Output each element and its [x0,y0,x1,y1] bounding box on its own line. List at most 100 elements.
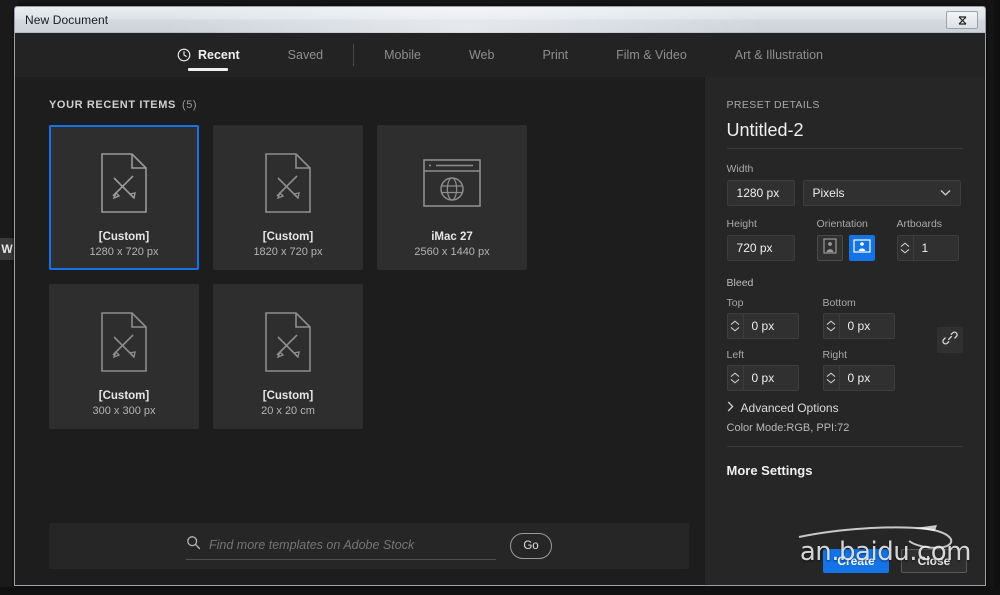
chevron-down-icon [940,188,951,199]
advanced-options-toggle[interactable]: Advanced Options [727,401,963,415]
recent-item-size: 1820 x 720 px [253,246,323,258]
tab-recent[interactable]: Recent [153,33,264,77]
stepper-arrows-icon[interactable] [824,366,840,390]
bleed-row-left-right: Left 0 px Right 0 px [726,349,963,391]
search-icon [186,535,201,555]
stepper-arrows-icon[interactable] [824,314,840,338]
orientation-portrait-button[interactable] [816,235,843,261]
recent-item-card[interactable]: [Custom] 20 x 20 cm [213,284,363,429]
go-button[interactable]: Go [510,533,552,559]
bleed-link-toggle[interactable] [937,327,963,353]
preset-details-pane: PRESET DETAILS Untitled-2 Width 1280 px … [703,77,985,585]
bleed-bottom-stepper[interactable]: 0 px [822,313,895,339]
artboards-group: Artboards 1 [896,218,959,261]
bleed-left-group: Left 0 px [726,349,799,391]
browser-globe-icon [421,149,483,217]
orientation-group: Orientation [816,218,875,261]
clock-icon [177,48,191,62]
search-input[interactable] [209,537,489,552]
recent-items-heading: YOUR RECENT ITEMS (5) [15,99,704,111]
desktop-background-right [994,0,1000,595]
stepper-arrows-icon[interactable] [728,314,744,338]
tab-saved-label: Saved [287,48,324,62]
recent-items-grid: [Custom] 1280 x 720 px [Custom] 1820 x 7… [15,111,675,429]
preset-details-label: PRESET DETAILS [726,99,820,111]
height-input[interactable]: 720 px [726,235,795,261]
bleed-left-label: Left [726,349,745,361]
bleed-bottom-group: Bottom 0 px [822,297,895,339]
recent-item-card[interactable]: [Custom] 1820 x 720 px [213,125,363,270]
recent-item-card[interactable]: [Custom] 300 x 300 px [49,284,199,429]
title-bar[interactable]: New Document [15,7,985,33]
document-tools-icon [99,149,149,217]
tab-print-label: Print [542,48,569,62]
bleed-left-value: 0 px [751,371,775,385]
tab-film-video[interactable]: Film & Video [592,33,711,77]
recent-items-heading-label: YOUR RECENT ITEMS [49,99,176,111]
create-button[interactable]: Create [823,549,889,573]
recent-item-size: 20 x 20 cm [261,405,315,417]
artboards-stepper[interactable]: 1 [896,235,959,261]
recent-item-title: [Custom] [262,390,314,402]
tab-web-label: Web [468,48,495,62]
height-label: Height [726,218,757,230]
recent-item-size: 1280 x 720 px [89,246,159,258]
tab-bar: Recent Saved Mobile Web Print Film & Vid… [15,33,985,77]
watermark-swoosh [798,525,953,549]
artboards-label: Artboards [896,218,943,230]
new-document-dialog: New Document Recent Saved Mobile Web Pri… [14,6,986,586]
orientation-portrait-icon [822,237,837,259]
bleed-top-group: Top 0 px [726,297,799,339]
tab-art-illustration-label: Art & Illustration [734,48,824,62]
color-mode-summary: Color Mode:RGB, PPI:72 [726,422,963,447]
tab-mobile[interactable]: Mobile [360,33,445,77]
close-icon [958,15,966,25]
width-input[interactable]: 1280 px [726,180,795,206]
background-window-fragment: W [0,238,14,260]
orientation-landscape-button[interactable] [848,235,875,261]
recent-item-card[interactable]: iMac 27 2560 x 1440 px [377,125,527,270]
width-row: 1280 px Pixels [726,180,963,206]
artboards-value: 1 [921,241,929,255]
stepper-arrows-icon[interactable] [898,236,914,260]
link-chain-icon [942,330,958,351]
bleed-top-value: 0 px [751,319,775,333]
tab-saved[interactable]: Saved [264,33,347,77]
bleed-group: Top 0 px Bottom 0 px Left 0 px Right 0 p… [726,297,963,391]
recent-item-card[interactable]: [Custom] 1280 x 720 px [49,125,199,270]
orientation-buttons [816,235,875,261]
bleed-bottom-label: Bottom [822,297,856,309]
bleed-right-label: Right [822,349,848,361]
close-button[interactable]: Close [901,549,967,573]
bleed-top-label: Top [726,297,744,309]
more-settings-button[interactable]: More Settings [727,463,963,478]
close-window-button[interactable] [946,11,978,29]
tab-active-underline [188,68,229,71]
bleed-left-stepper[interactable]: 0 px [726,365,799,391]
tab-print[interactable]: Print [518,33,592,77]
tab-web[interactable]: Web [445,33,518,77]
bleed-right-group: Right 0 px [822,349,895,391]
orientation-label: Orientation [816,218,868,230]
recent-item-size: 2560 x 1440 px [414,246,490,258]
recent-items-count: (5) [181,99,198,111]
desktop-background-bottom [0,587,1000,595]
adobe-stock-search-bar: Go [49,523,689,569]
stepper-arrows-icon[interactable] [728,366,744,390]
preset-name-field[interactable]: Untitled-2 [726,120,963,149]
height-group: Height 720 px [726,218,795,261]
recent-items-pane: YOUR RECENT ITEMS (5) [Custom] 1280 x 72… [15,77,704,585]
bleed-label: Bleed [726,277,754,289]
stock-search-field[interactable] [186,533,496,560]
window-title: New Document [25,12,109,27]
document-tools-icon [263,308,313,376]
bleed-top-stepper[interactable]: 0 px [726,313,799,339]
recent-item-size: 300 x 300 px [92,405,156,417]
units-select[interactable]: Pixels [802,180,961,206]
title-bar-sheen [165,7,765,33]
tab-art-illustration[interactable]: Art & Illustration [711,33,847,77]
dialog-body: YOUR RECENT ITEMS (5) [Custom] 1280 x 72… [15,77,985,585]
recent-item-title: iMac 27 [431,231,473,243]
tab-film-video-label: Film & Video [616,48,687,62]
bleed-right-stepper[interactable]: 0 px [822,365,895,391]
